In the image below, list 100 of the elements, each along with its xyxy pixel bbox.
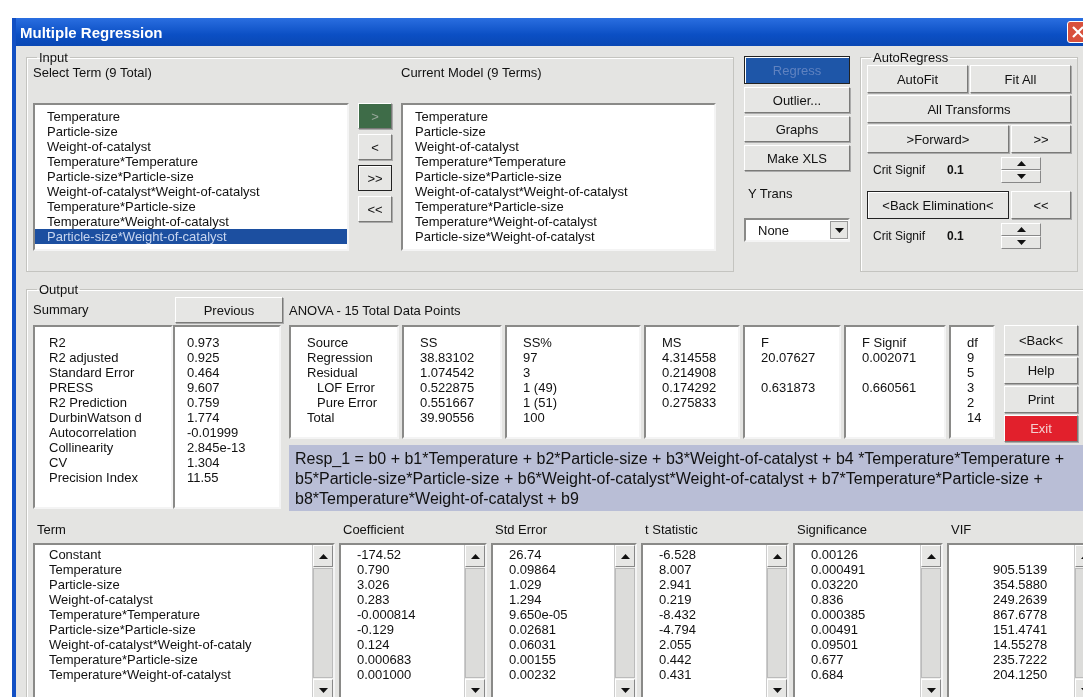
- crit-signif-label: Crit Signif: [873, 229, 925, 243]
- anova-cell-text: 1 (51): [522, 395, 558, 410]
- spin-up-button[interactable]: [1001, 157, 1041, 170]
- anova-header: SS%: [522, 335, 553, 350]
- fit-all-button[interactable]: Fit All: [970, 65, 1071, 93]
- previous-button[interactable]: Previous: [175, 297, 283, 323]
- term-list-item[interactable]: Temperature*Particle-size: [35, 199, 347, 214]
- down-arrow-icon: [926, 687, 936, 693]
- model-list-item[interactable]: Particle-size*Particle-size: [403, 169, 714, 184]
- table-cell-text: -8.432: [658, 607, 697, 622]
- anova-header: SS: [419, 335, 439, 350]
- table-cell-text: 0.09501: [810, 637, 859, 652]
- table-cell-text: 2.055: [658, 637, 693, 652]
- list-heading: Current Model (9 Terms): [401, 65, 543, 80]
- scrollbar[interactable]: [312, 545, 333, 697]
- autofit-button[interactable]: AutoFit: [867, 65, 968, 93]
- statistic-name: Precision Index: [48, 470, 139, 485]
- table-cell-text: Weight-of-catalyst*Weight-of-cataly: [48, 637, 253, 652]
- move-button[interactable]: <<: [358, 196, 392, 222]
- term-list-item[interactable]: Weight-of-catalyst: [35, 139, 347, 154]
- anova-cell-text: 0.522875: [419, 380, 476, 395]
- down-arrow-icon: [620, 687, 630, 693]
- column-header: Coefficient: [342, 521, 405, 537]
- model-list-item[interactable]: Weight-of-catalyst*Weight-of-catalyst: [403, 184, 714, 199]
- term-list-item[interactable]: Particle-size: [35, 124, 347, 139]
- table-cell-text: 905.5139: [992, 562, 1049, 577]
- scrollbar[interactable]: [464, 545, 485, 697]
- table-cell-text: Temperature*Particle-size: [48, 652, 199, 667]
- group-label: Output: [38, 282, 80, 297]
- spin-up-button[interactable]: [1001, 223, 1041, 236]
- statistic-name: CV: [48, 455, 69, 470]
- y-trans-dropdown[interactable]: None: [744, 218, 850, 242]
- action-button[interactable]: Make XLS: [744, 145, 850, 171]
- model-list-item[interactable]: Weight-of-catalyst: [403, 139, 714, 154]
- term-list-item[interactable]: Particle-size*Weight-of-catalyst: [35, 229, 347, 244]
- term-list-item[interactable]: Particle-size*Particle-size: [35, 169, 347, 184]
- term-list-item[interactable]: Weight-of-catalyst*Weight-of-catalyst: [35, 184, 347, 199]
- forward-button[interactable]: >Forward>: [867, 125, 1009, 153]
- table-cell-text: 0.03220: [810, 577, 859, 592]
- down-arrow-icon: [1016, 240, 1026, 245]
- close-button[interactable]: [1067, 21, 1083, 43]
- move-button[interactable]: <: [358, 134, 392, 160]
- scrollbar[interactable]: [920, 545, 941, 697]
- y-trans-label: Y Trans: [747, 186, 794, 201]
- anova-cell-text: Pure Error: [316, 395, 378, 410]
- side-button[interactable]: Help: [1004, 357, 1078, 384]
- table-cell-text: 0.02681: [508, 622, 557, 637]
- model-list-item[interactable]: Temperature*Temperature: [403, 154, 714, 169]
- scrollbar[interactable]: [614, 545, 635, 697]
- term-list-item[interactable]: Temperature*Temperature: [35, 154, 347, 169]
- scrollbar[interactable]: [766, 545, 787, 697]
- side-button[interactable]: Print: [1004, 386, 1078, 413]
- model-list-item[interactable]: Temperature: [403, 109, 714, 124]
- table-cell-text: 0.001000: [356, 667, 413, 682]
- statistic-name: R2: [48, 335, 67, 350]
- up-arrow-icon: [1016, 227, 1026, 232]
- table-cell-text: -6.528: [658, 547, 697, 562]
- step-button[interactable]: <<: [1011, 191, 1071, 219]
- table-cell-text: 26.74: [508, 547, 543, 562]
- table-cell-text: 14.55278: [992, 637, 1049, 652]
- side-button[interactable]: <Back<: [1004, 325, 1078, 355]
- model-list-item[interactable]: Temperature*Weight-of-catalyst: [403, 214, 714, 229]
- anova-cell-text: 39.90556: [419, 410, 476, 425]
- model-list-item[interactable]: Temperature*Particle-size: [403, 199, 714, 214]
- list-heading: Select Term (9 Total): [33, 65, 153, 82]
- model-list-item[interactable]: Particle-size*Weight-of-catalyst: [403, 229, 714, 244]
- table-cell-text: 0.06031: [508, 637, 557, 652]
- table-cell-text: Weight-of-catalyst: [48, 592, 154, 607]
- statistic-value: 11.55: [186, 470, 220, 485]
- move-button[interactable]: >>: [358, 165, 392, 191]
- table-cell-text: 0.124: [356, 637, 391, 652]
- model-list-item[interactable]: Particle-size: [403, 124, 714, 139]
- table-cell-text: 1.029: [508, 577, 543, 592]
- anova-header: df: [966, 335, 979, 350]
- column-header: Std Error: [494, 521, 547, 537]
- statistic-name: PRESS: [48, 380, 95, 395]
- anova-cell-text: 0.174292: [661, 380, 718, 395]
- anova-cell-text: Residual: [306, 365, 359, 380]
- dropdown-arrow-icon: [834, 227, 844, 233]
- anova-cell-text: 4.314558: [661, 350, 718, 365]
- spin-down-button[interactable]: [1001, 170, 1041, 183]
- table-cell-text: 0.219: [658, 592, 693, 607]
- statistic-name: R2 Prediction: [48, 395, 129, 410]
- action-button[interactable]: Graphs: [744, 116, 850, 142]
- table-cell-text: 0.00155: [508, 652, 557, 667]
- action-button[interactable]: Outlier...: [744, 87, 850, 113]
- term-list-item[interactable]: Temperature*Weight-of-catalyst: [35, 214, 347, 229]
- table-cell-text: Particle-size*Particle-size: [48, 622, 197, 637]
- spin-down-button[interactable]: [1001, 236, 1041, 249]
- statistic-name: R2 adjusted: [48, 350, 120, 365]
- all-transforms-button[interactable]: All Transforms: [867, 95, 1071, 123]
- table-cell-text: 249.2639: [992, 592, 1049, 607]
- step-button[interactable]: >>: [1011, 125, 1071, 153]
- down-arrow-icon: [772, 687, 782, 693]
- up-arrow-icon: [318, 553, 328, 559]
- back-elimination-button[interactable]: <Back Elimination<: [867, 191, 1009, 219]
- anova-cell-text: 0.002071: [861, 350, 918, 365]
- term-list-item[interactable]: Temperature: [35, 109, 347, 124]
- table-cell-text: 2.941: [658, 577, 693, 592]
- up-arrow-icon: [772, 553, 782, 559]
